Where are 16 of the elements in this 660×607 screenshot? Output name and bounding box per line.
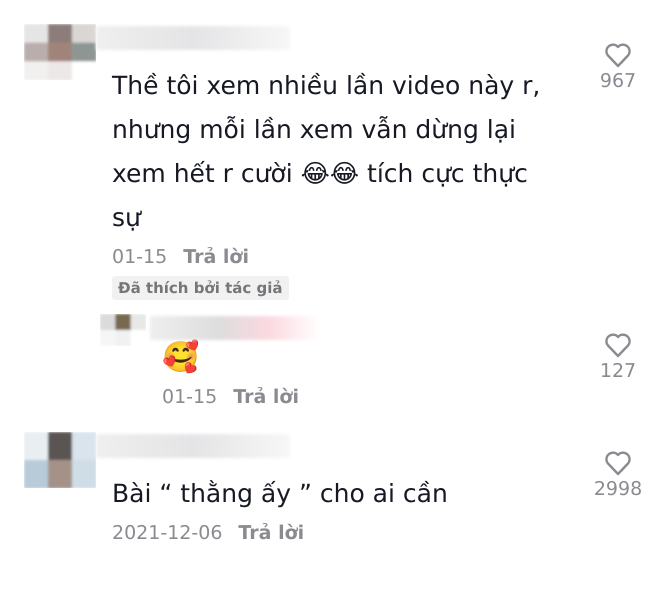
comment-text: 🥰 [162,338,199,377]
reply-link[interactable]: Trả lời [183,246,249,268]
comment-text: Bài “ thằng ấy ” cho ai cần [112,478,449,510]
reply-link[interactable]: Trả lời [233,386,299,408]
comment-text: Thề tôi xem nhiều lần video này r, nhưng mỗi lần xem vẫn dừng lại xem hết r cười 😂😂 tích cực thực sự [112,70,542,234]
comment-date: 01-15 [162,386,218,408]
comment-date: 2021-12-06 [112,522,222,544]
reply-link[interactable]: Trả lời [238,522,304,544]
heart-icon[interactable] [604,450,632,476]
like-count: 967 [600,70,636,92]
like-count: 127 [600,360,636,382]
liked-by-author-badge: Đã thích bởi tác giả [112,276,289,300]
like-count: 2998 [594,478,642,500]
comment-date: 01-15 [112,246,168,268]
heart-icon[interactable] [604,42,632,68]
heart-icon[interactable] [604,332,632,358]
